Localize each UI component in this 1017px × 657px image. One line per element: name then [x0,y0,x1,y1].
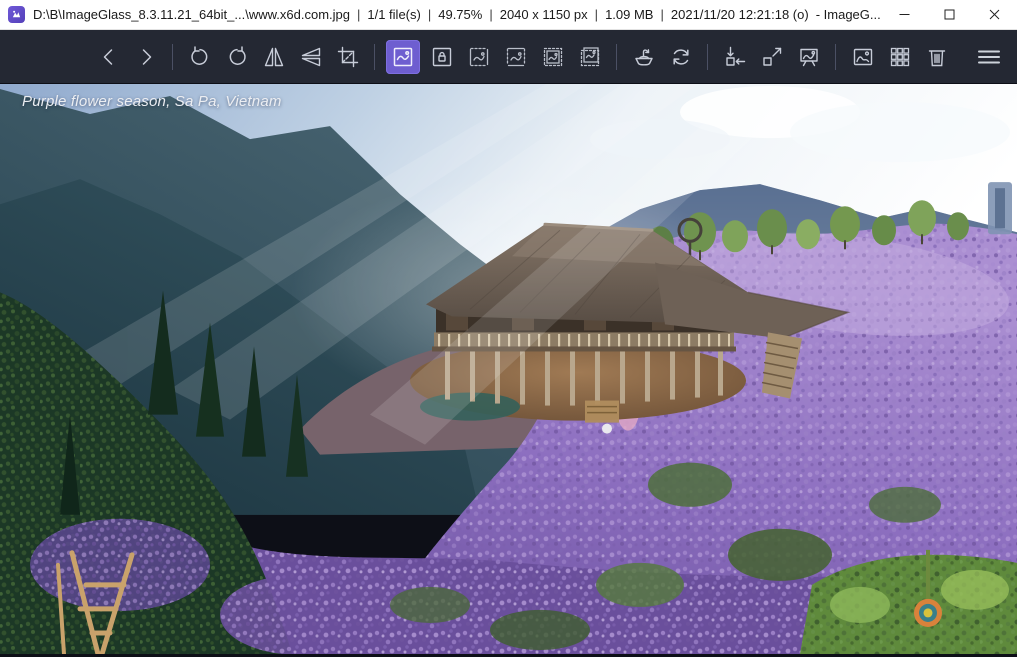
crop-button[interactable] [329,37,366,77]
boat-icon [632,45,656,69]
close-button[interactable] [972,0,1017,30]
flip-vertical-icon [299,45,323,69]
rotate-right-button[interactable] [218,37,255,77]
slideshow-button[interactable] [790,37,827,77]
arrows-out-icon [760,45,784,69]
imageglass-window: D:\B\ImageGlass_8.3.11.21_64bit_...\www.… [0,0,1017,657]
grid-icon [888,45,912,69]
actual-size-button[interactable] [716,37,753,77]
title-app-name: - ImageG... [816,7,881,22]
flip-horizontal-icon [262,45,286,69]
minimize-icon [899,9,910,20]
title-zoom-level: 49.75% [438,7,482,22]
picture-icon [851,45,875,69]
auto-zoom-button[interactable] [386,40,420,74]
flip-vertical-button[interactable] [292,37,329,77]
auto-zoom-icon [391,45,415,69]
scale-width-icon [467,45,491,69]
toolbar-separator [616,44,617,70]
back-button[interactable] [90,37,127,77]
rotate-right-icon [225,45,249,69]
toolbar-separator [374,44,375,70]
rotate-left-button[interactable] [181,37,218,77]
chevron-right-icon [134,45,158,69]
lock-icon [430,45,454,69]
window-controls [882,0,1017,30]
maximize-icon [944,9,955,20]
toolbar [0,30,1017,83]
title-dimensions: 2040 x 1150 px [500,7,588,22]
scale-fill-icon [578,45,602,69]
scale-to-height-button[interactable] [497,37,534,77]
title-file-count: 1/1 file(s) [367,7,420,22]
refresh-icon [669,45,693,69]
scale-height-icon [504,45,528,69]
title-separator: | [428,7,431,22]
scale-fit-icon [541,45,565,69]
title-file-path: D:\B\ImageGlass_8.3.11.21_64bit_...\www.… [33,7,350,22]
title-separator: | [489,7,492,22]
menu-button[interactable] [970,37,1007,77]
minimize-button[interactable] [882,0,927,30]
titlebar: D:\B\ImageGlass_8.3.11.21_64bit_...\www.… [0,0,1017,30]
title-datetime: 2021/11/20 12:21:18 (o) [671,7,809,22]
toolbar-separator [835,44,836,70]
photo-sapa-landscape [0,84,1017,654]
flip-horizontal-button[interactable] [255,37,292,77]
hamburger-icon [976,45,1002,69]
title-separator: | [357,7,360,22]
trash-icon [925,45,949,69]
arrows-in-icon [723,45,747,69]
title-separator: | [660,7,663,22]
title-file-size: 1.09 MB [605,7,653,22]
chevron-left-icon [97,45,121,69]
maximize-button[interactable] [927,0,972,30]
delete-button[interactable] [918,37,955,77]
slideshow-screen-icon [797,45,821,69]
image-canvas[interactable]: Purple flower season, Sa Pa, Vietnam [0,84,1017,657]
refresh-button[interactable] [662,37,699,77]
toolbar-separator [707,44,708,70]
lock-zoom-button[interactable] [423,37,460,77]
thumbnail-grid-button[interactable] [881,37,918,77]
title-separator: | [595,7,598,22]
open-file-button[interactable] [625,37,662,77]
photo-caption: Purple flower season, Sa Pa, Vietnam [22,93,282,110]
rotate-left-icon [188,45,212,69]
crop-icon [336,45,360,69]
close-icon [989,9,1000,20]
picture-button[interactable] [844,37,881,77]
toolbar-separator [172,44,173,70]
scale-to-fill-button[interactable] [571,37,608,77]
scale-to-width-button[interactable] [460,37,497,77]
imageglass-logo-icon [8,6,25,23]
scale-to-fit-button[interactable] [534,37,571,77]
fullscreen-button[interactable] [753,37,790,77]
next-button[interactable] [127,37,164,77]
